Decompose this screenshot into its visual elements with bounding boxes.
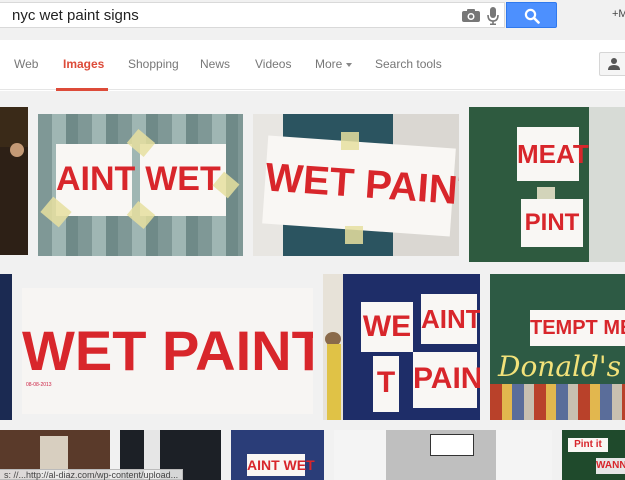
search-query-text: nyc wet paint signs [12,7,139,24]
magnifier-icon [524,8,540,24]
account-button[interactable] [599,52,625,76]
image-thumbnail[interactable]: WET PAINT [253,114,459,256]
image-thumbnail[interactable]: Pint it WANN [562,430,625,480]
sign-text: PAIN [413,352,480,408]
image-thumbnail[interactable] [0,107,28,255]
tab-shopping[interactable]: Shopping [128,57,179,71]
tab-news[interactable]: News [200,57,230,71]
tab-search-tools[interactable]: Search tools [375,57,442,71]
photo-caption: 08-08-2013 [26,382,52,388]
google-image-search-page: nyc wet paint signs +M Web Images Shoppi… [0,0,625,480]
sign-text: WET PAINT [262,135,459,237]
sign-text: AINT [421,294,480,344]
sign-text: WE [361,302,413,352]
microphone-icon[interactable] [487,7,499,25]
sign-text: AINT WET [247,454,315,476]
graffiti-text: Donald's [498,350,621,383]
tab-images[interactable]: Images [63,57,104,71]
camera-icon[interactable] [462,9,480,22]
sign-text: AINT [56,144,135,216]
sign-text: WET PAINT [22,319,313,382]
image-thumbnail[interactable] [0,274,12,420]
image-thumbnail[interactable] [334,430,552,480]
google-plus-link[interactable]: +M [612,8,625,20]
tab-videos[interactable]: Videos [255,57,291,71]
sign-text: MEAT [517,127,589,181]
search-input[interactable]: nyc wet paint signs [0,2,505,28]
top-bar: nyc wet paint signs +M [0,0,625,40]
image-results-grid: AINT WET WET PAINT MEAT PINT WET PAINT 0… [0,91,625,480]
image-thumbnail[interactable]: WE AINT T PAIN [323,274,480,420]
image-thumbnail[interactable]: TEMPT ME Donald's [490,274,625,420]
tab-more[interactable]: More [315,57,353,71]
image-thumbnail[interactable]: MEAT PINT [469,107,625,262]
caret-down-icon [346,62,353,67]
person-icon [608,58,620,70]
sign-text: TEMPT ME [530,310,625,346]
status-bar-url: s: //...http://al-diaz.com/wp-content/up… [0,469,184,480]
image-thumbnail[interactable]: AINT WET [231,430,324,480]
image-thumbnail[interactable]: AINT WET [38,114,243,256]
search-button[interactable] [506,2,557,28]
sign-text: WET [140,144,226,216]
tab-more-label: More [315,57,343,71]
sign-text: PINT [521,199,583,247]
image-thumbnail[interactable]: WET PAINT 08-08-2013 [22,288,313,414]
sign-text: T [373,356,399,412]
sign-text: WANN [596,458,625,474]
tab-web[interactable]: Web [14,57,38,71]
sign-text: Pint it [568,438,608,452]
search-tabs: Web Images Shopping News Videos More Sea… [0,40,625,91]
